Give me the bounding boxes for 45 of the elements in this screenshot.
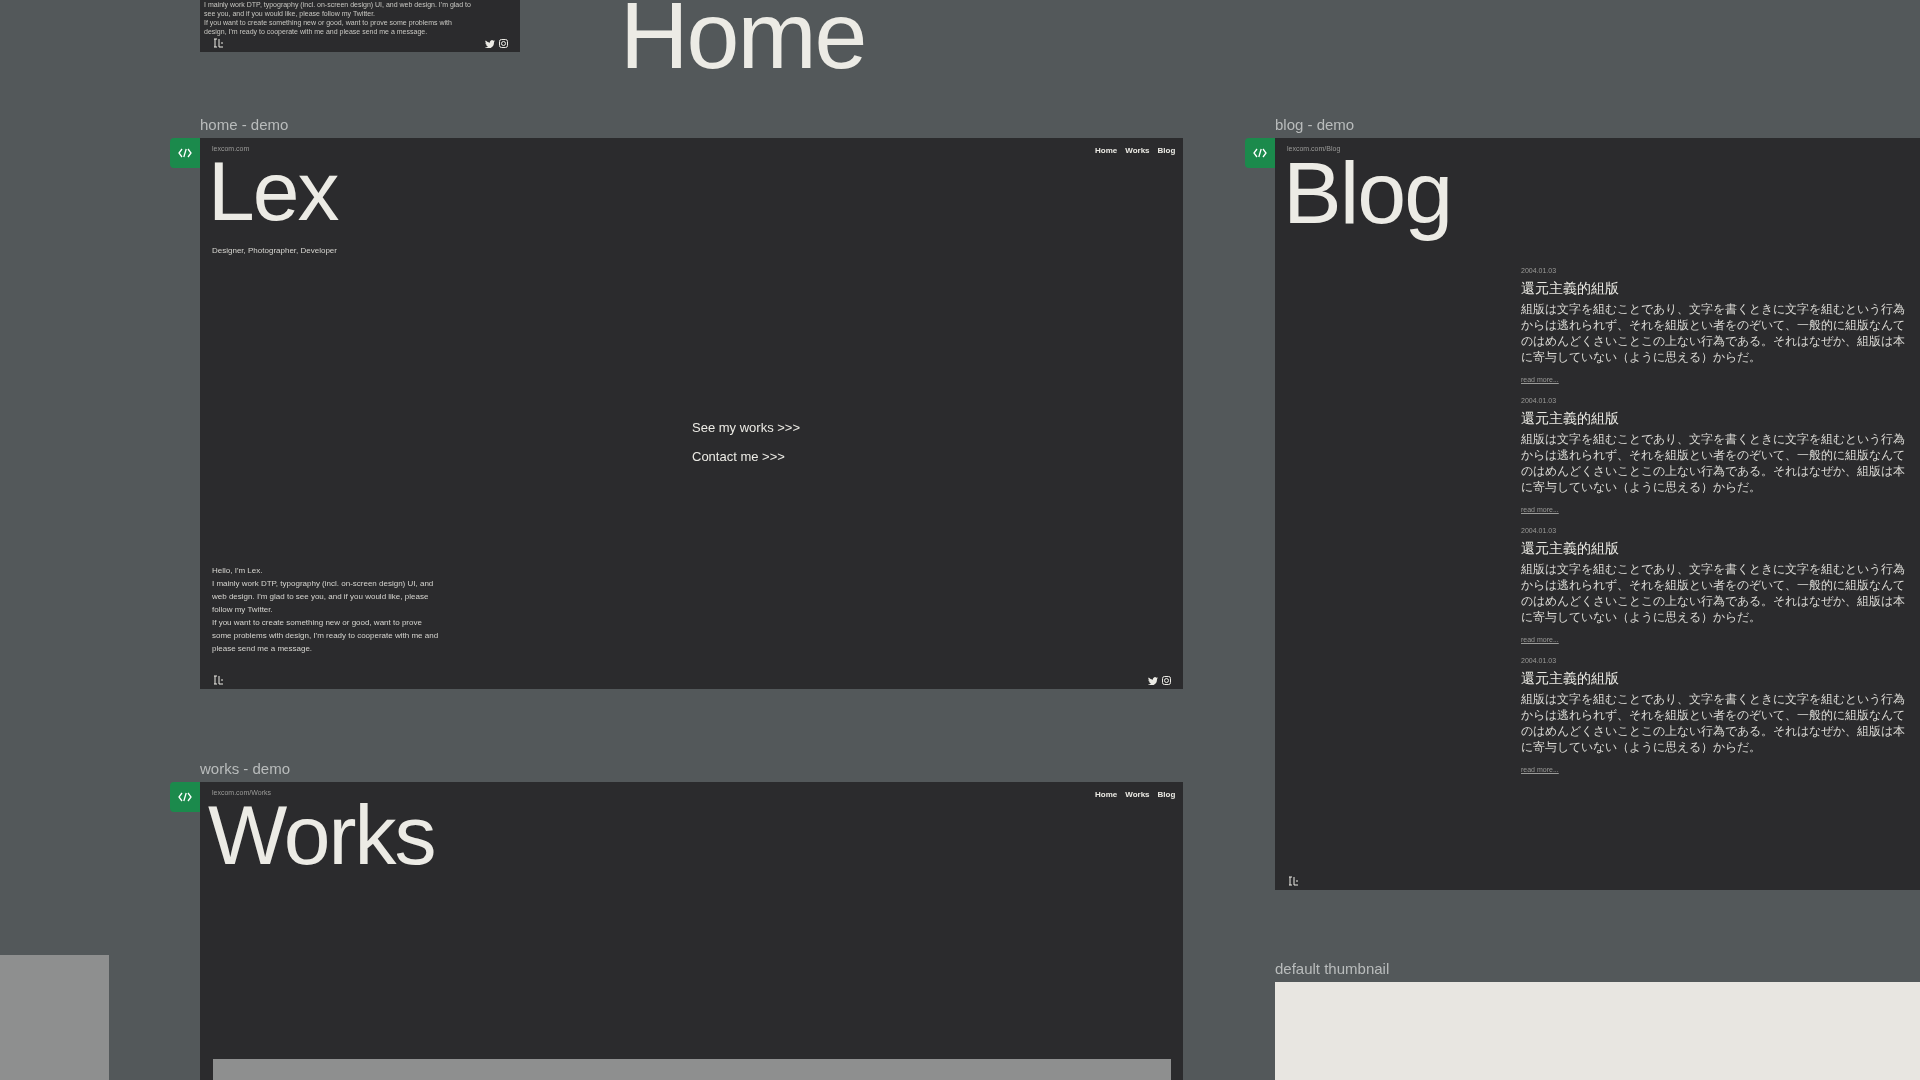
nav-link[interactable]: Works — [1125, 145, 1150, 157]
frame-label[interactable]: default thumbnail — [1275, 960, 1390, 978]
bio-line: If you want to create something new or good, want to prove — [212, 617, 422, 629]
post-title[interactable]: 還元主義的組版 — [1521, 539, 1916, 557]
nav-link[interactable]: Blog — [1157, 145, 1176, 157]
code-button[interactable] — [1245, 138, 1275, 168]
frame-label[interactable]: home - demo — [200, 116, 289, 134]
post-excerpt: 組版は文字を組むことであり、文字を書くときに文字を組むという行為からは逃れられず、それを組版とい者をのぞいて、一般的に組版なんてのはめんどくさいことこの上ない行為である。それはなぜか、組版は本に寄与していない（ように思える）からだ。 — [1521, 690, 1906, 755]
frame-label[interactable]: works - demo — [200, 760, 291, 778]
post-excerpt: 組版は文字を組むことであり、文字を書くときに文字を組むという行為からは逃れられず、それを組版とい者をのぞいて、一般的に組版なんてのはめんどくさいことこの上ない行為である。それはなぜか、組版は本に寄与していない（ように思える）からだ。 — [1521, 430, 1906, 495]
bio-line: I mainly work DTP, typography (incl. on-screen design) UI, and — [212, 578, 434, 590]
canvas-title: Home — [620, 0, 866, 76]
tagline: Designer, Photographer, Developer — [212, 245, 337, 257]
bio-line: follow my Twitter. — [212, 604, 273, 616]
post-title[interactable]: 還元主義的組版 — [1521, 409, 1916, 427]
page-link[interactable]: See my works >>> — [692, 418, 801, 438]
code-icon — [178, 792, 192, 802]
logo-icon — [213, 38, 224, 48]
bio-line: web design. I'm glad to see you, and if you would like, please — [212, 591, 429, 603]
page-heading: Works — [208, 800, 435, 884]
nav-link[interactable]: Home — [1095, 145, 1118, 157]
nav-link[interactable]: Works — [1125, 789, 1150, 801]
post-title[interactable]: 還元主義的組版 — [1521, 279, 1916, 297]
twitter-bird-icon — [485, 39, 495, 48]
code-icon — [1253, 148, 1267, 158]
code-button[interactable] — [170, 138, 200, 168]
post-title[interactable]: 還元主義的組版 — [1521, 669, 1916, 687]
twitter-bird-icon — [1148, 676, 1158, 685]
post-excerpt: 組版は文字を組むことであり、文字を書くときに文字を組むという行為からは逃れられず、それを組版とい者をのぞいて、一般的に組版なんてのはめんどくさいことこの上ない行為である。それはなぜか、組版は本に寄与していない（ように思える）からだ。 — [1521, 300, 1906, 365]
frame-label[interactable]: blog - demo — [1275, 116, 1355, 134]
nav-link[interactable]: Home — [1095, 789, 1118, 801]
logo-icon — [1288, 876, 1299, 886]
logo-icon — [213, 675, 224, 685]
instagram-icon — [1162, 676, 1171, 685]
post-excerpt: 組版は文字を組むことであり、文字を書くときに文字を組むという行為からは逃れられず、それを組版とい者をのぞいて、一般的に組版なんてのはめんどくさいことこの上ない行為である。それはなぜか、組版は本に寄与していない（ように思える）からだ。 — [1521, 560, 1906, 625]
page-heading: Blog — [1283, 156, 1452, 244]
bio-line: Hello, I'm Lex. — [212, 565, 263, 577]
nav-link[interactable]: Blog — [1157, 789, 1176, 801]
bio-line: some problems with design, I'm ready to cooperate with me and — [212, 630, 439, 642]
instagram-icon — [499, 39, 508, 48]
page-link[interactable]: Contact me >>> — [692, 447, 785, 467]
code-button[interactable] — [170, 782, 200, 812]
code-icon — [178, 148, 192, 158]
bio-line: please send me a message. — [212, 643, 313, 655]
page-heading: Lex — [208, 156, 338, 240]
